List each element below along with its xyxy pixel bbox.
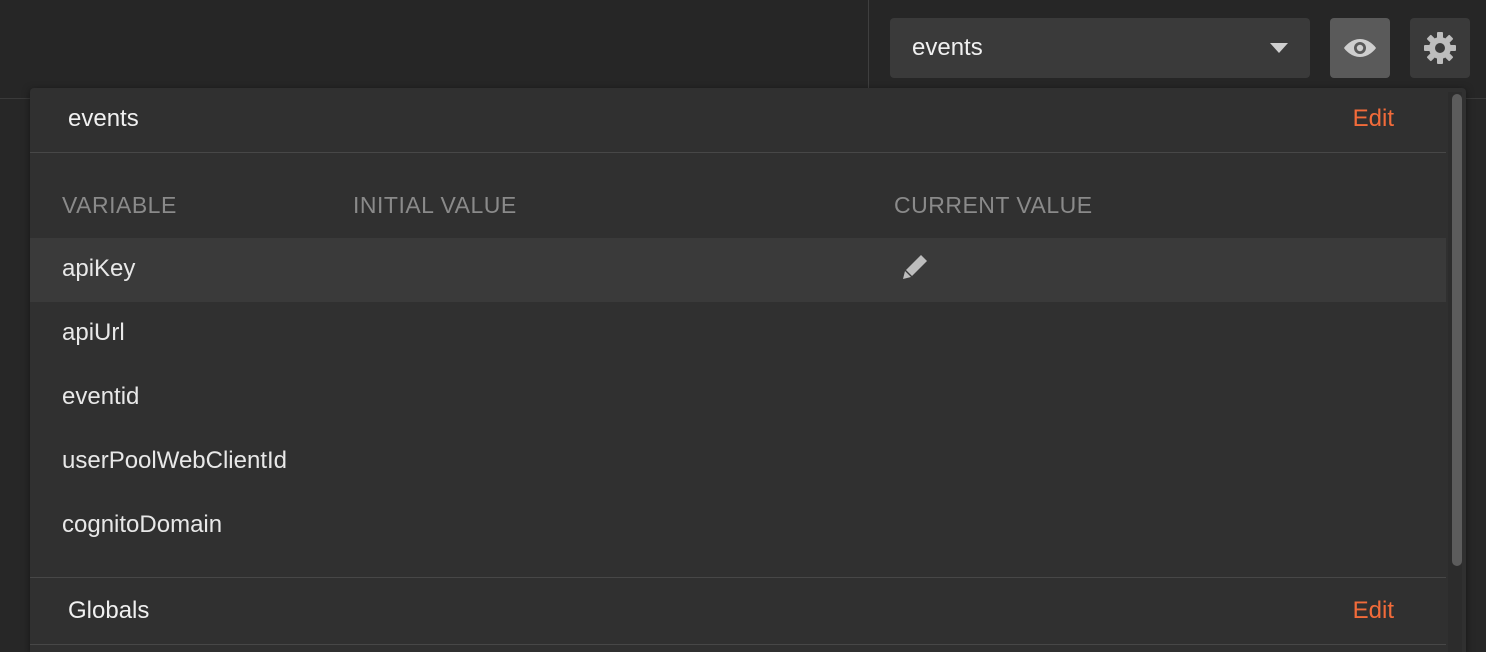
pencil-icon[interactable] (900, 252, 930, 282)
column-header-current-value: CURRENT VALUE (894, 192, 1093, 218)
variable-row[interactable]: apiUrl (30, 302, 1446, 366)
section-title-environment: events (68, 105, 139, 132)
environment-quick-look-button[interactable] (1330, 18, 1390, 78)
scrollbar-thumb[interactable] (1452, 94, 1462, 566)
environment-select[interactable]: events (890, 18, 1310, 78)
edit-globals-link[interactable]: Edit (1353, 597, 1394, 625)
topbar-divider (868, 0, 869, 88)
variable-row[interactable]: eventid (30, 366, 1446, 430)
section-divider (30, 577, 1446, 578)
variable-name: apiKey (62, 255, 136, 282)
column-header-initial-value: INITIAL VALUE (353, 192, 517, 218)
column-header-variable: VARIABLE (62, 192, 177, 218)
environment-select-value: events (912, 34, 983, 61)
top-bar: events (0, 0, 1486, 99)
environment-quick-look-panel: events Edit VARIABLE INITIAL VALUE CURRE… (30, 88, 1466, 652)
chevron-down-icon (1270, 43, 1288, 53)
variable-name: cognitoDomain (62, 511, 223, 538)
gear-icon (1424, 32, 1456, 64)
variable-name: eventid (62, 383, 140, 410)
section-header-environment: events Edit (30, 88, 1446, 153)
variable-row[interactable]: cognitoDomain (30, 494, 1446, 558)
variable-name: apiUrl (62, 319, 125, 346)
variable-row[interactable]: apiKey (30, 238, 1446, 302)
manage-environments-button[interactable] (1410, 18, 1470, 78)
variable-name: userPoolWebClientId (62, 447, 288, 474)
edit-environment-link[interactable]: Edit (1353, 105, 1394, 133)
eye-icon (1344, 39, 1376, 57)
section-header-globals: Globals Edit (30, 580, 1446, 645)
variable-row[interactable]: userPoolWebClientId (30, 430, 1446, 494)
section-title-globals: Globals (68, 597, 150, 624)
